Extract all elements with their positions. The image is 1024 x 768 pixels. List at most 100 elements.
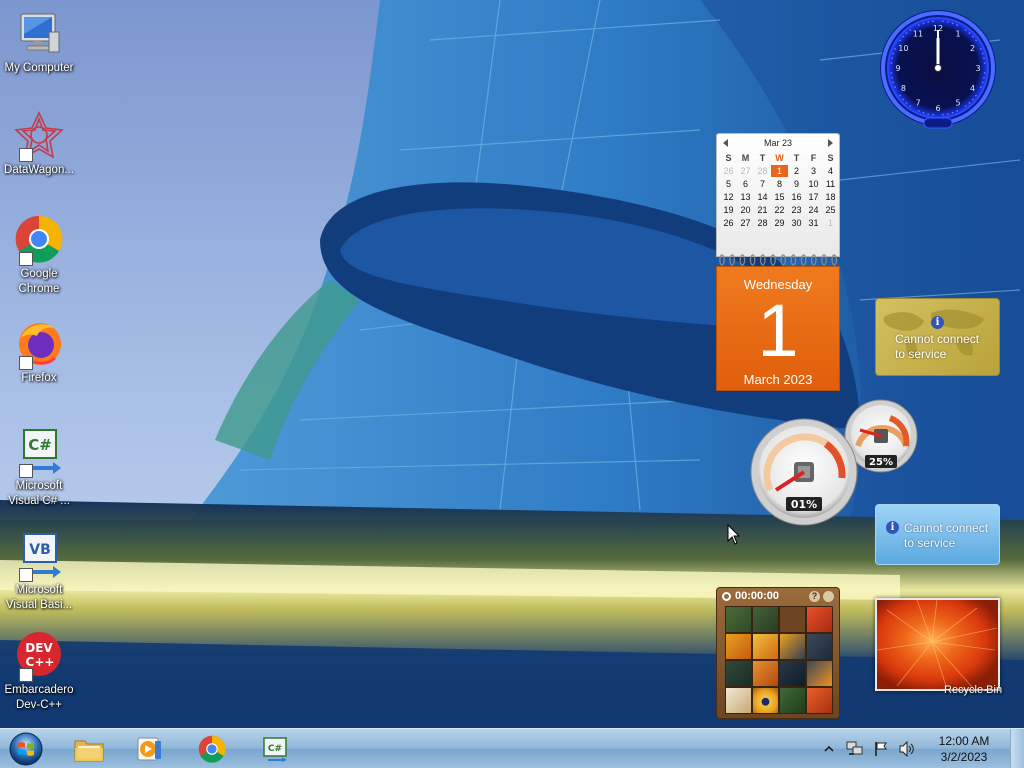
- calendar-day-cell[interactable]: 10: [805, 178, 822, 190]
- calendar-day-cell[interactable]: 14: [754, 191, 771, 203]
- calendar-day-cell[interactable]: 28: [754, 165, 771, 177]
- calendar-day-cell[interactable]: 27: [737, 165, 754, 177]
- action-center-flag-icon[interactable]: [872, 740, 890, 758]
- taskbar-visual-csharp-button[interactable]: C#: [254, 732, 296, 766]
- taskbar-media-player-button[interactable]: [128, 732, 170, 766]
- calendar-day-cell[interactable]: 21: [754, 204, 771, 216]
- calendar-day-cell[interactable]: 30: [788, 217, 805, 229]
- taskbar-clock-date: 3/2/2023: [940, 750, 988, 764]
- puzzle-tile[interactable]: [752, 606, 779, 633]
- puzzle-tile[interactable]: [806, 660, 833, 687]
- calendar-weekday-header: M: [741, 153, 750, 163]
- start-button[interactable]: [6, 731, 46, 767]
- weather-gadget-gold[interactable]: i Cannot connect to service: [875, 298, 1000, 376]
- clock-numeral: 9: [895, 64, 900, 73]
- calendar-day-cell[interactable]: 16: [788, 191, 805, 203]
- puzzle-tile[interactable]: [752, 687, 779, 714]
- calendar-day-cell[interactable]: 25: [822, 204, 839, 216]
- calendar-day-cell[interactable]: 22: [771, 204, 788, 216]
- calendar-day-cell[interactable]: 20: [737, 204, 754, 216]
- puzzle-tile[interactable]: [725, 660, 752, 687]
- calendar-day-cell[interactable]: 12: [720, 191, 737, 203]
- calendar-day-cell[interactable]: 9: [788, 178, 805, 190]
- calendar-day-cell[interactable]: 2: [788, 165, 805, 177]
- puzzle-tile[interactable]: [779, 660, 806, 687]
- puzzle-tile-grid[interactable]: [725, 606, 833, 714]
- desktop-icon-devcpp[interactable]: DEV C++ Embarcadero Dev-C++: [0, 630, 78, 713]
- calendar-day-cell[interactable]: 31: [805, 217, 822, 229]
- show-hidden-icons-chevron-icon[interactable]: [820, 740, 838, 758]
- clock-numeral: 8: [901, 84, 906, 93]
- desktop-icon-visual-csharp[interactable]: C# Microsoft Visual C# ...: [0, 426, 78, 509]
- puzzle-help-button[interactable]: ?: [809, 590, 820, 602]
- puzzle-timer: 00:00:00: [735, 590, 780, 602]
- desktop-icon-firefox[interactable]: Firefox: [0, 318, 78, 386]
- desktop-icon-visual-basic[interactable]: VB Microsoft Visual Basi...: [0, 530, 78, 613]
- puzzle-tile[interactable]: [725, 606, 752, 633]
- picture-puzzle-gadget[interactable]: 00:00:00 ?: [716, 587, 840, 719]
- puzzle-tile[interactable]: [779, 687, 806, 714]
- taskbar-clock[interactable]: 12:00 AM 3/2/2023: [926, 733, 1002, 765]
- calendar-day-cell[interactable]: 11: [822, 178, 839, 190]
- calendar-prev-arrow-icon[interactable]: [723, 139, 728, 147]
- calendar-day-cell[interactable]: 8: [771, 178, 788, 190]
- puzzle-tile[interactable]: [752, 660, 779, 687]
- taskbar-file-explorer-button[interactable]: [68, 732, 110, 766]
- desktop-icon-google-chrome[interactable]: Google Chrome: [0, 214, 78, 297]
- calendar-gadget-day[interactable]: Wednesday 1 March 2023: [716, 266, 840, 391]
- calendar-day-cell[interactable]: 18: [822, 191, 839, 203]
- taskbar-chrome-button[interactable]: [191, 732, 233, 766]
- calendar-day-cell[interactable]: 29: [771, 217, 788, 229]
- firefox-icon: [13, 318, 65, 370]
- calendar-day-cell[interactable]: 26: [720, 217, 737, 229]
- memory-percent: 25%: [869, 457, 893, 468]
- info-icon: i: [931, 316, 944, 329]
- slideshow-gadget[interactable]: [875, 598, 1000, 691]
- calendar-day-cell[interactable]: 15: [771, 191, 788, 203]
- clock-numeral: 7: [915, 99, 920, 108]
- puzzle-tile[interactable]: [779, 633, 806, 660]
- svg-text:C#: C#: [28, 436, 52, 454]
- desktop-icon-datawagon[interactable]: DataWagon...: [0, 110, 78, 178]
- shortcut-arrow-icon: [19, 356, 33, 370]
- visual-basic-icon: VB: [13, 530, 65, 582]
- calendar-month-label: Mar 23: [763, 138, 792, 148]
- devcpp-icon: DEV C++: [13, 630, 65, 682]
- puzzle-tile[interactable]: [806, 687, 833, 714]
- calendar-day-cell[interactable]: 4: [822, 165, 839, 177]
- clock-numeral: 2: [970, 44, 975, 53]
- calendar-day-cell[interactable]: 1: [822, 217, 839, 229]
- puzzle-tile[interactable]: [806, 633, 833, 660]
- puzzle-tile[interactable]: [725, 687, 752, 714]
- system-tray: 12:00 AM 3/2/2023: [816, 729, 1024, 768]
- calendar-day-cell[interactable]: 6: [737, 178, 754, 190]
- clock-gadget[interactable]: 121234567891011: [877, 8, 999, 132]
- puzzle-empty-slot: [779, 606, 806, 633]
- puzzle-tile[interactable]: [725, 633, 752, 660]
- calendar-day-cell[interactable]: 13: [737, 191, 754, 203]
- calendar-day-cell[interactable]: 19: [720, 204, 737, 216]
- recycle-bin-label[interactable]: Recycle Bin: [944, 684, 1002, 696]
- calendar-day-cell[interactable]: 17: [805, 191, 822, 203]
- calendar-day-cell[interactable]: 28: [754, 217, 771, 229]
- puzzle-tile[interactable]: [806, 606, 833, 633]
- calendar-day-cell[interactable]: 1: [771, 165, 788, 177]
- calendar-day-cell[interactable]: 27: [737, 217, 754, 229]
- calendar-gadget-month[interactable]: Mar 23 S M T W T F S 26 27 28 1 2 3 4 5 6 7 8 9 10 11 12 13 14 1…: [716, 133, 840, 257]
- desktop-icon-my-computer[interactable]: My Computer: [0, 8, 78, 76]
- calendar-next-arrow-icon[interactable]: [827, 139, 833, 147]
- desktop-icon-label: Google Chrome: [18, 268, 60, 295]
- network-icon[interactable]: [846, 740, 864, 758]
- weather-gadget-blue[interactable]: i Cannot connect to service: [875, 504, 1000, 565]
- show-desktop-button[interactable]: [1010, 729, 1024, 768]
- calendar-day-cell[interactable]: 26: [720, 165, 737, 177]
- calendar-day-cell[interactable]: 5: [720, 178, 737, 190]
- calendar-day-cell[interactable]: 23: [788, 204, 805, 216]
- taskbar: C# 12:00 AM 3/2/2023: [0, 728, 1024, 768]
- calendar-day-cell[interactable]: 7: [754, 178, 771, 190]
- volume-speaker-icon[interactable]: [898, 740, 916, 758]
- calendar-day-cell[interactable]: 3: [805, 165, 822, 177]
- puzzle-picture-icon[interactable]: [823, 590, 834, 602]
- calendar-day-cell[interactable]: 24: [805, 204, 822, 216]
- puzzle-tile[interactable]: [752, 633, 779, 660]
